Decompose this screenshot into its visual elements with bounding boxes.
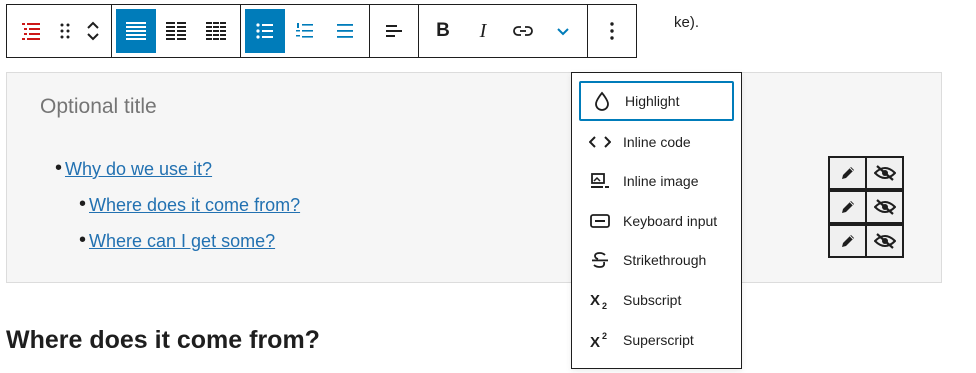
menu-item-label: Strikethrough	[623, 252, 707, 268]
toc-item: Where does it come from?	[79, 193, 300, 231]
link-icon[interactable]	[503, 9, 543, 53]
more-formats-icon[interactable]	[543, 9, 583, 53]
menu-item-label: Superscript	[623, 332, 694, 348]
toc-item: Why do we use it?	[55, 157, 300, 195]
bold-icon[interactable]: B	[423, 9, 463, 53]
menu-item-inline-code[interactable]: Inline code	[579, 122, 734, 162]
more-formats-dropdown: Highlight Inline code Inline image Keybo…	[571, 72, 742, 369]
droplet-icon	[587, 91, 617, 111]
row-action-set	[828, 190, 908, 224]
toolbar-group-block	[7, 5, 112, 57]
toolbar-group-alignment	[370, 5, 419, 57]
keyboard-icon	[585, 213, 615, 229]
menu-item-label: Subscript	[623, 292, 682, 308]
image-icon	[585, 172, 615, 190]
ordered-list-icon[interactable]	[285, 9, 325, 53]
menu-item-label: Inline code	[623, 134, 691, 150]
italic-icon[interactable]: I	[463, 9, 503, 53]
menu-item-strikethrough[interactable]: Strikethrough	[579, 240, 734, 280]
toolbar-group-format: B I	[419, 5, 588, 57]
eye-slash-icon[interactable]	[865, 190, 904, 224]
list-style-full-icon[interactable]	[116, 9, 156, 53]
bold-label: B	[436, 20, 450, 41]
superscript-icon: X2	[585, 330, 615, 350]
toc-link[interactable]: Why do we use it?	[65, 159, 212, 179]
menu-item-subscript[interactable]: X2 Subscript	[579, 280, 734, 320]
background-paragraph-text: ke).	[674, 14, 700, 31]
more-options-icon[interactable]	[592, 9, 632, 53]
unordered-list-icon[interactable]	[245, 9, 285, 53]
toc-link[interactable]: Where does it come from?	[89, 195, 300, 215]
pencil-icon[interactable]	[828, 190, 867, 224]
menu-item-label: Inline image	[623, 173, 699, 189]
move-up-down-icon[interactable]	[79, 9, 107, 53]
drag-handle-icon[interactable]	[51, 9, 79, 53]
code-icon	[585, 135, 615, 149]
table-of-contents-icon[interactable]	[11, 9, 51, 53]
svg-text:X: X	[590, 292, 600, 309]
toolbar-group-options	[588, 5, 636, 57]
align-left-icon[interactable]	[374, 9, 414, 53]
pencil-icon[interactable]	[828, 224, 867, 258]
svg-text:X: X	[590, 334, 600, 350]
table-of-contents-block[interactable]: Optional title Why do we use it? Where d…	[6, 72, 942, 283]
menu-item-inline-image[interactable]: Inline image	[579, 161, 734, 201]
section-heading[interactable]: Where does it come from?	[6, 326, 320, 355]
block-toolbar: B I	[6, 4, 637, 58]
row-action-set	[828, 224, 908, 258]
subscript-icon: X2	[585, 290, 615, 310]
menu-item-label: Highlight	[625, 93, 680, 109]
list-style-two-col-icon[interactable]	[156, 9, 196, 53]
menu-item-superscript[interactable]: X2 Superscript	[579, 320, 734, 360]
plain-list-icon[interactable]	[325, 9, 365, 53]
list-style-three-col-icon[interactable]	[196, 9, 236, 53]
menu-item-highlight[interactable]: Highlight	[579, 81, 734, 121]
toolbar-group-list-style	[112, 5, 241, 57]
toc-list: Why do we use it? Where does it come fro…	[47, 157, 300, 267]
menu-item-keyboard-input[interactable]: Keyboard input	[579, 201, 734, 241]
toolbar-group-list-type	[241, 5, 370, 57]
toc-link[interactable]: Where can I get some?	[89, 231, 275, 251]
optional-title[interactable]: Optional title	[40, 95, 157, 119]
svg-text:2: 2	[602, 331, 607, 341]
italic-label: I	[479, 19, 487, 42]
toc-item: Where can I get some?	[79, 229, 300, 267]
eye-slash-icon[interactable]	[865, 224, 904, 258]
pencil-icon[interactable]	[828, 156, 867, 190]
row-action-set	[828, 156, 908, 190]
eye-slash-icon[interactable]	[865, 156, 904, 190]
strikethrough-icon	[585, 250, 615, 270]
menu-item-label: Keyboard input	[623, 213, 718, 229]
row-actions	[828, 156, 908, 258]
svg-text:2: 2	[602, 301, 607, 310]
